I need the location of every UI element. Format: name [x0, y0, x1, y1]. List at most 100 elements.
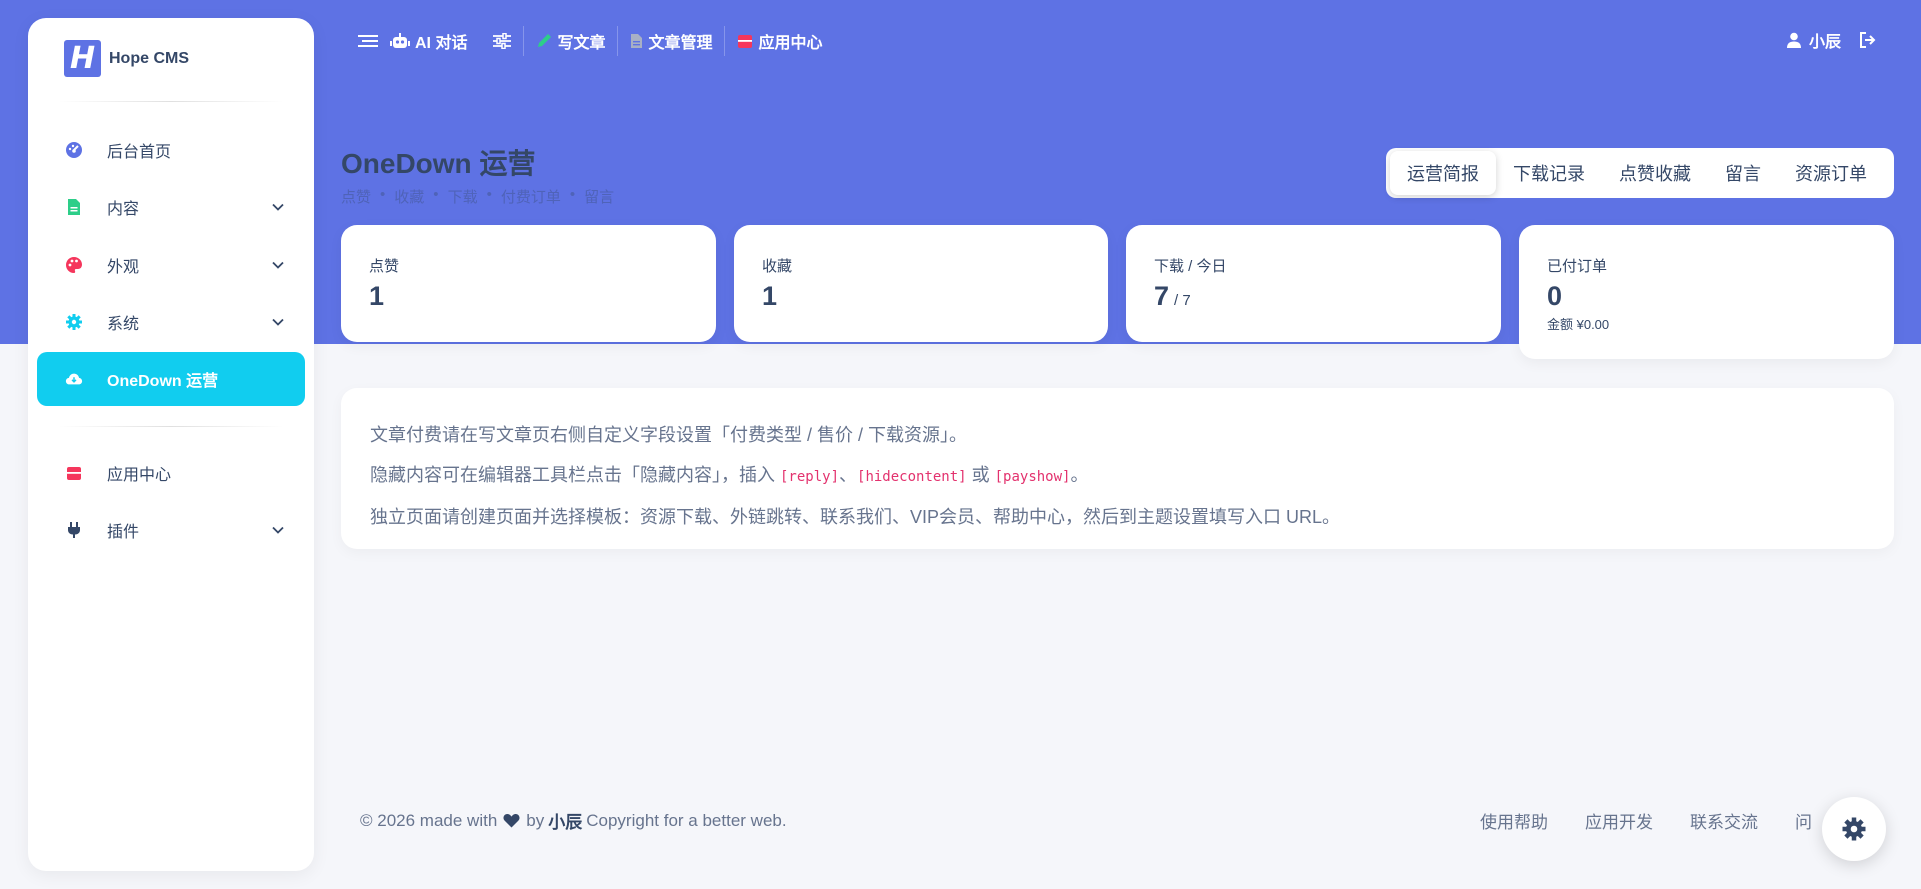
store-icon	[737, 34, 753, 49]
tab-bar: 运营简报 下载记录 点赞收藏 留言 资源订单	[1386, 148, 1894, 198]
sidebar-item-onedown[interactable]: OneDown 运营	[37, 352, 305, 406]
stat-card-orders: 已付订单 0 金额 ¥0.00	[1519, 225, 1894, 359]
pencil-icon	[536, 33, 552, 49]
app-center-label: 应用中心	[758, 35, 823, 52]
article-manage-link[interactable]: 文章管理	[630, 29, 712, 53]
app-center-link[interactable]: 应用中心	[737, 29, 823, 53]
sidebar-item-appearance[interactable]: 外观	[37, 238, 305, 292]
logout-button[interactable]	[1859, 32, 1877, 48]
shortcode-reply: [reply]	[780, 469, 840, 485]
store-icon	[65, 464, 83, 482]
robot-icon	[390, 32, 410, 50]
sidebar-item-content[interactable]: 内容	[37, 180, 305, 234]
stat-number: 0	[1547, 281, 1563, 311]
separator: 或	[966, 465, 995, 485]
footer-links: 使用帮助 应用开发 联系交流 问	[1480, 808, 1849, 833]
sidebar: H Hope CMS 后台首页 内容 外观 系统 OneDown 运营 应用中心…	[28, 18, 314, 871]
shortcode-hidecontent: [hidecontent]	[857, 469, 967, 485]
settings-fab[interactable]	[1822, 797, 1886, 861]
copyright-tail: Copyright for a better web.	[586, 810, 787, 830]
sidebar-item-label: 后台首页	[107, 144, 172, 161]
footer-link-contact[interactable]: 联系交流	[1690, 808, 1758, 833]
sidebar-item-label: 应用中心	[107, 467, 172, 484]
help-text-paid: 文章付费请在写文章页右侧自定义字段设置「付费类型 / 售价 / 下载资源」。	[370, 425, 968, 445]
stat-card-favorites: 收藏 1	[734, 225, 1108, 342]
user-icon	[1786, 32, 1801, 48]
stat-label: 收藏	[762, 258, 793, 275]
stat-label: 下载 / 今日	[1154, 258, 1227, 275]
order-amount: 金额 ¥0.00	[1547, 317, 1610, 332]
breadcrumb-item[interactable]: 点赞	[341, 186, 371, 207]
help-panel: 文章付费请在写文章页右侧自定义字段设置「付费类型 / 售价 / 下载资源」。 隐…	[341, 388, 1894, 549]
tab-likes-favorites[interactable]: 点赞收藏	[1602, 151, 1708, 195]
brand[interactable]: H Hope CMS	[64, 40, 189, 77]
nav-divider	[617, 26, 619, 56]
stat-number: 1	[369, 281, 385, 311]
by-text: by	[526, 810, 545, 830]
sidebar-item-dashboard[interactable]: 后台首页	[37, 123, 305, 177]
nav-divider	[724, 26, 726, 56]
separator: 。	[1070, 465, 1089, 485]
sidebar-item-label: OneDown 运营	[107, 373, 219, 390]
sidebar-item-app-center[interactable]: 应用中心	[37, 446, 305, 500]
footer-link-help[interactable]: 使用帮助	[1480, 808, 1548, 833]
dashboard-icon	[65, 141, 83, 159]
stat-today: / 7	[1174, 292, 1191, 309]
heart-icon	[503, 814, 520, 828]
ai-chat-link[interactable]: AI 对话	[390, 29, 467, 53]
sidebar-item-system[interactable]: 系统	[37, 295, 305, 349]
user-profile-link[interactable]: 小辰	[1786, 28, 1841, 52]
breadcrumb-item[interactable]: 留言	[584, 186, 614, 207]
plug-icon	[65, 521, 83, 539]
help-text-hidden: 隐藏内容可在编辑器工具栏点击「隐藏内容」，插入 [reply]、[hidecon…	[370, 455, 1865, 497]
shortcode-payshow: [payshow]	[994, 469, 1071, 485]
document-icon	[630, 33, 643, 49]
tab-downloads[interactable]: 下载记录	[1496, 151, 1602, 195]
breadcrumb-item[interactable]: 下载	[448, 186, 478, 207]
sidebar-item-label: 外观	[107, 259, 140, 276]
stat-value: 0	[1547, 281, 1866, 312]
chevron-down-icon	[272, 261, 284, 269]
write-article-label: 写文章	[557, 35, 606, 52]
breadcrumb-separator: •	[569, 186, 576, 203]
sidebar-item-plugins[interactable]: 插件	[37, 503, 305, 557]
chevron-down-icon	[272, 203, 284, 211]
stat-number: 1	[762, 281, 778, 311]
top-navbar: AI 对话 写文章 文章管理 应用中心	[358, 26, 823, 56]
menu-icon	[358, 35, 378, 47]
footer-link-more[interactable]: 问	[1795, 808, 1812, 833]
sidebar-toggle[interactable]	[358, 33, 378, 49]
stat-card-downloads: 下载 / 今日 7 / 7	[1126, 225, 1501, 342]
stat-label: 已付订单	[1547, 258, 1608, 275]
tab-comments[interactable]: 留言	[1708, 151, 1778, 195]
breadcrumb-separator: •	[380, 186, 386, 203]
copyright-text: © 2026 made with	[360, 810, 498, 830]
stat-value: 7 / 7	[1154, 281, 1473, 312]
write-article-link[interactable]: 写文章	[536, 29, 605, 53]
article-manage-label: 文章管理	[648, 35, 713, 52]
footer-copyright: © 2026 made with by 小辰 Copyright for a b…	[360, 808, 787, 833]
tab-resource-orders[interactable]: 资源订单	[1778, 151, 1884, 195]
gear-icon	[1842, 817, 1866, 841]
footer-link-dev[interactable]: 应用开发	[1585, 808, 1653, 833]
tab-overview[interactable]: 运营简报	[1390, 151, 1496, 195]
sidebar-item-label: 内容	[107, 201, 140, 218]
breadcrumb-separator: •	[486, 186, 492, 203]
sidebar-divider	[58, 426, 284, 427]
nav-divider	[523, 26, 525, 56]
stat-card-likes: 点赞 1	[341, 225, 716, 342]
sidebar-divider	[58, 101, 284, 102]
breadcrumb-separator: •	[433, 186, 439, 203]
settings-sliders-button[interactable]	[493, 33, 512, 49]
sidebar-item-label: 系统	[107, 316, 140, 333]
breadcrumb-item[interactable]: 付费订单	[501, 186, 561, 207]
author-link[interactable]: 小辰	[548, 808, 582, 833]
username: 小辰	[1808, 34, 1841, 51]
sliders-icon	[493, 33, 512, 49]
ai-chat-label: AI 对话	[415, 35, 468, 52]
breadcrumb-item[interactable]: 收藏	[394, 186, 424, 207]
breadcrumb: 点赞 • 收藏 • 下载 • 付费订单 • 留言	[341, 186, 614, 207]
palette-icon	[65, 256, 83, 274]
chevron-down-icon	[272, 526, 284, 534]
separator: 、	[839, 465, 858, 485]
